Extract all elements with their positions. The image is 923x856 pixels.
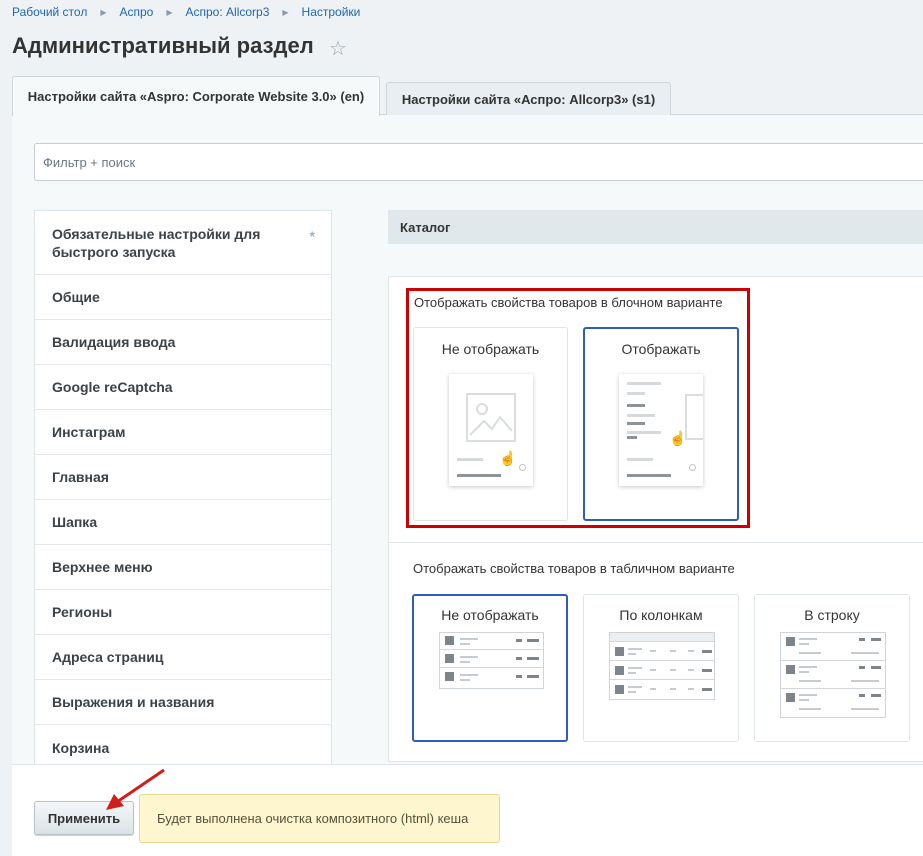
filter-search-input[interactable]: Фильтр + поиск [34, 143, 923, 181]
sidebar-item-instagram[interactable]: Инстаграм [35, 410, 331, 455]
preview-table [780, 632, 886, 718]
group-divider [388, 542, 923, 543]
sidebar-item-quick-start[interactable]: Обязательные настройки для быстрого запу… [35, 211, 331, 275]
favorite-star-icon[interactable]: ☆ [329, 36, 347, 61]
sidebar-item-recaptcha[interactable]: Google reCaptcha [35, 365, 331, 410]
highlight-frame [406, 288, 750, 528]
page-title: Административный раздел [12, 33, 314, 58]
sidebar-item-regions[interactable]: Регионы [35, 590, 331, 635]
option-table-row[interactable]: В строку [754, 594, 910, 742]
breadcrumb: Рабочий стол ▶ Аспро ▶ Аспро: Allcorp3 ▶ Настр… [12, 5, 360, 19]
section-header-catalog: Каталог [388, 210, 923, 244]
sidebar-item-top-menu[interactable]: Верхнее меню [35, 545, 331, 590]
breadcrumb-desktop[interactable]: Рабочий стол [12, 5, 87, 19]
sidebar-item-main[interactable]: Главная [35, 455, 331, 500]
breadcrumb-settings[interactable]: Настройки [302, 5, 361, 19]
sidebar-item-expressions[interactable]: Выражения и названия [35, 680, 331, 725]
option-table-hide[interactable]: Не отображать [412, 594, 568, 742]
sidebar-item-header[interactable]: Шапка [35, 500, 331, 545]
option-label: В строку [804, 607, 860, 623]
asterisk-icon: * [309, 228, 315, 244]
breadcrumb-separator-icon: ▶ [100, 8, 107, 17]
option-table-columns[interactable]: По колонкам [583, 594, 739, 742]
tab-site-s1[interactable]: Настройки сайта «Аспро: Allcorp3» (s1) [386, 82, 671, 115]
preview-table [609, 632, 715, 700]
breadcrumb-allcorp3[interactable]: Аспро: Allcorp3 [186, 5, 270, 19]
breadcrumb-separator-icon: ▶ [166, 8, 173, 17]
sidebar-item-general[interactable]: Общие [35, 275, 331, 320]
preview-table [439, 632, 544, 689]
option-label: По колонкам [619, 607, 703, 623]
cache-notice: Будет выполнена очистка композитного (ht… [139, 794, 500, 843]
sidebar-item-page-addresses[interactable]: Адреса страниц [35, 635, 331, 680]
settings-sidebar: Обязательные настройки для быстрого запу… [34, 210, 332, 771]
breadcrumb-separator-icon: ▶ [282, 8, 289, 17]
sidebar-item-input-validation[interactable]: Валидация ввода [35, 320, 331, 365]
sidebar-item-label: Обязательные настройки для быстрого запу… [52, 225, 261, 260]
table-group-title: Отображать свойства товаров в табличном … [413, 561, 735, 576]
red-arrow-annotation [106, 768, 165, 810]
option-label: Не отображать [441, 607, 539, 623]
tab-site-en[interactable]: Настройки сайта «Aspro: Corporate Websit… [12, 76, 380, 116]
breadcrumb-aspro[interactable]: Аспро [119, 5, 153, 19]
